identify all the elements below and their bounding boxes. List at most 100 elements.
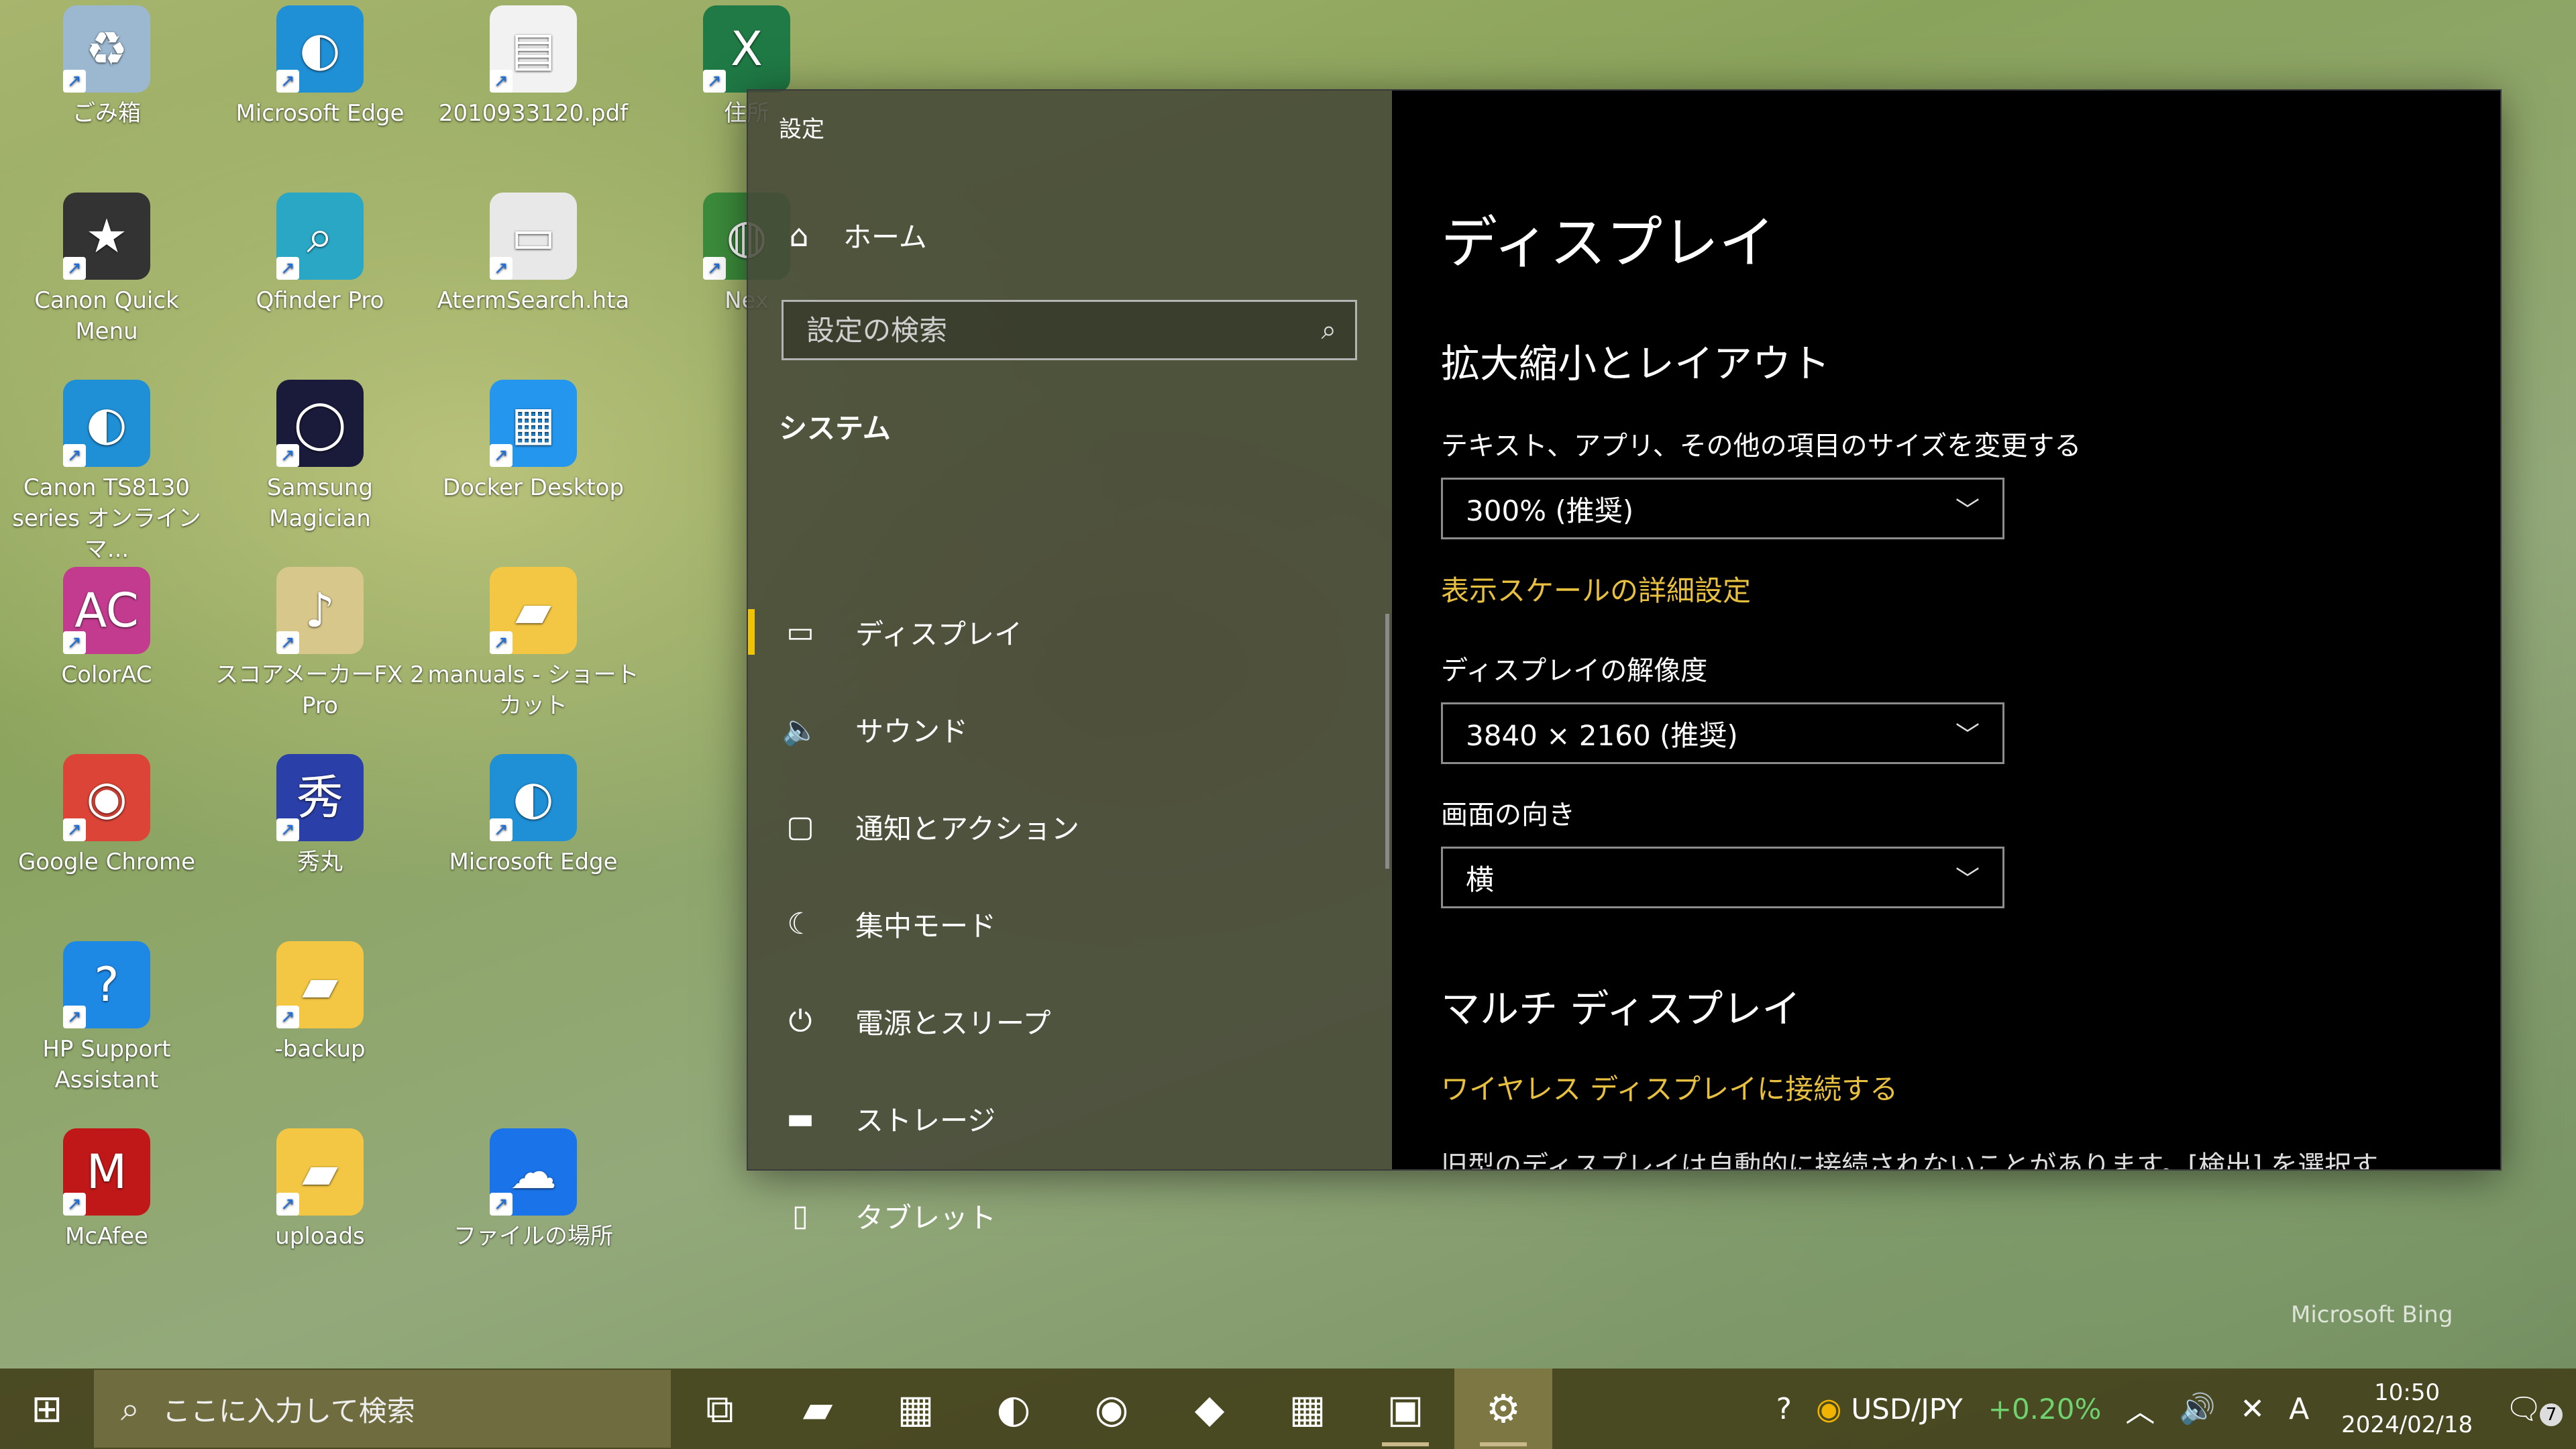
shortcut-arrow-icon: ↗: [703, 257, 726, 280]
shortcut-arrow-icon: ↗: [63, 1006, 86, 1028]
legacy-display-text: 旧型のディスプレイは自動的に接続されないことがあります。[検出] を選択す: [1441, 1150, 2379, 1169]
scale-dropdown[interactable]: 300% (推奨) ﹀: [1441, 478, 2004, 539]
orientation-dropdown[interactable]: 横 ﹀: [1441, 847, 2004, 908]
shortcut-arrow-icon: ↗: [276, 257, 299, 280]
power-icon: ⏻: [788, 1004, 812, 1038]
desktop-icon-label: スコアメーカーFX 2 Pro: [215, 661, 425, 719]
wireless-display-link[interactable]: ワイヤレス ディスプレイに接続する: [1441, 1067, 1898, 1108]
scale-section-title: 拡大縮小とレイアウト: [1441, 341, 1831, 386]
nav-item[interactable]: ▯ タブレット: [748, 1167, 1392, 1265]
desktop-icon[interactable]: ♻ ↗ ごみ箱: [0, 5, 213, 129]
desktop-icon[interactable]: ▰ ↗ manuals - ショートカット: [427, 567, 640, 721]
currency-widget[interactable]: ◉ USD/JPY +0.20%: [1804, 1392, 2113, 1426]
docker-icon: ▦ ↗: [490, 380, 577, 467]
desktop-icon[interactable]: ◐ ↗ Microsoft Edge: [213, 5, 427, 129]
folder-icon: ▰ ↗: [276, 1128, 364, 1216]
desktop-icon[interactable]: ⌕ ↗ Qfinder Pro: [213, 193, 427, 316]
nav-item[interactable]: 🔈 サウンド: [748, 681, 1392, 778]
chevron-down-icon: ﹀: [1955, 866, 1980, 894]
coins-icon: ◉: [1816, 1391, 1842, 1426]
taskbar-apps: ⧉ ▰ ▦ ◐ ◉ ◆ ▦ ▣ ⚙: [671, 1368, 1552, 1449]
qfinder-icon: ⌕ ↗: [276, 193, 364, 280]
speaker-icon: 🔈: [782, 712, 819, 747]
nav-item[interactable]: ▭ ディスプレイ: [748, 584, 1392, 681]
desktop-icon[interactable]: ▤ ↗ 2010933120.pdf: [427, 5, 640, 129]
network-icon[interactable]: ✕: [2228, 1392, 2277, 1426]
nav-item[interactable]: ⏻ 電源とスリープ: [748, 973, 1392, 1070]
taskbar-app-button[interactable]: ▣: [1356, 1368, 1454, 1449]
desktop-icon[interactable]: ▦ ↗ Docker Desktop: [427, 380, 640, 503]
shortcut-arrow-icon: ↗: [63, 444, 86, 467]
taskbar-app-button[interactable]: ⧉: [671, 1368, 769, 1449]
desktop-icon[interactable]: ▭ ↗ AtermSearch.hta: [427, 193, 640, 316]
desktop-icon[interactable]: ◉ ↗ Google Chrome: [0, 754, 213, 877]
shortcut-arrow-icon: ↗: [63, 257, 86, 280]
volume-icon[interactable]: 🔊: [2167, 1391, 2228, 1426]
nav-item[interactable]: ▢ 通知とアクション: [748, 778, 1392, 875]
desktop-icon-label: HP Support Assistant: [42, 1036, 171, 1093]
desktop-icon-label: Microsoft Edge: [449, 849, 618, 875]
desktop-icon-label: Canon Quick Menu: [34, 287, 179, 345]
taskbar-app-button[interactable]: ▰: [769, 1368, 867, 1449]
desktop-icon[interactable]: ▰ ↗ -backup: [213, 941, 427, 1065]
desktop-icon[interactable]: ♪ ↗ スコアメーカーFX 2 Pro: [213, 567, 427, 721]
multi-display-section-title: マルチ ディスプレイ: [1441, 986, 1801, 1032]
desktop-icon[interactable]: ◐ ↗ Canon TS8130 series オンラインマ...: [0, 380, 213, 565]
home-nav-item[interactable]: ⌂ ホーム: [779, 215, 926, 256]
chevron-up-icon[interactable]: ︿: [2113, 1387, 2167, 1430]
desktop-icon-label: 2010933120.pdf: [438, 100, 629, 127]
search-icon: ⌕: [121, 1389, 140, 1428]
settings-search-input[interactable]: [805, 313, 1322, 347]
desktop-icon-label: manuals - ショートカット: [427, 661, 639, 719]
nav-item-label: タブレット: [855, 1201, 997, 1234]
taskbar-app-button[interactable]: ⚙: [1454, 1368, 1552, 1449]
desktop-icon[interactable]: ☁ ↗ ファイルの場所: [427, 1128, 640, 1252]
start-button[interactable]: ⊞: [0, 1368, 94, 1449]
home-icon: ⌂: [789, 217, 809, 254]
taskbar-app-button[interactable]: ◉: [1063, 1368, 1161, 1449]
pdf-file-icon: ▤ ↗: [490, 5, 577, 93]
taskbar-search[interactable]: ⌕ ここに入力して検索: [94, 1370, 671, 1448]
taskbar-app-button[interactable]: ◆: [1161, 1368, 1258, 1449]
notification-center-button[interactable]: 🗨 7: [2493, 1391, 2576, 1426]
help-icon[interactable]: ?: [1764, 1392, 1804, 1426]
advanced-scale-link[interactable]: 表示スケールの詳細設定: [1441, 568, 1751, 609]
desktop-icon[interactable]: ▰ ↗ uploads: [213, 1128, 427, 1252]
folder-icon: ▰ ↗: [276, 941, 364, 1028]
windows-logo-icon: ⊞: [31, 1387, 63, 1431]
desktop-icon[interactable]: ◐ ↗ Microsoft Edge: [427, 754, 640, 877]
microsoft-store-icon: ▦: [897, 1386, 934, 1432]
desktop-icon-label: Docker Desktop: [442, 474, 625, 501]
settings-search-box[interactable]: ⌕: [782, 300, 1357, 360]
chevron-down-icon: ﹀: [1955, 497, 1980, 525]
desktop-icon-label: McAfee: [65, 1223, 148, 1250]
desktop-icon-label: Canon TS8130 series オンラインマ...: [12, 474, 201, 563]
resolution-dropdown[interactable]: 3840 × 2160 (推奨) ﹀: [1441, 702, 2004, 764]
score-maker-icon: ♪ ↗: [276, 567, 364, 654]
desktop-icon[interactable]: 秀 ↗ 秀丸: [213, 754, 427, 877]
desktop-icon[interactable]: ◯ ↗ Samsung Magician: [213, 380, 427, 534]
sidebar-scrollbar[interactable]: [1385, 614, 1389, 869]
desktop-icon[interactable]: M ↗ McAfee: [0, 1128, 213, 1252]
desktop-icon[interactable]: AC ↗ ColorAC: [0, 567, 213, 690]
search-icon[interactable]: ⌕: [1322, 315, 1336, 345]
ime-icon[interactable]: A: [2277, 1392, 2321, 1426]
nav-item[interactable]: ☾ 集中モード: [748, 875, 1392, 973]
nav-item[interactable]: ▬ ストレージ: [748, 1070, 1392, 1167]
desktop-icon[interactable]: ★ ↗ Canon Quick Menu: [0, 193, 213, 347]
shortcut-arrow-icon: ↗: [490, 631, 513, 654]
taskbar: ⊞ ⌕ ここに入力して検索 ⧉ ▰ ▦ ◐ ◉ ◆ ▦ ▣ ⚙ ? ◉ USD/JPY +0.2…: [0, 1368, 2576, 1449]
file-explorer-icon: ▰: [802, 1386, 833, 1432]
storage-icon: ▬: [786, 1102, 814, 1136]
nav-item-label: サウンド: [855, 715, 969, 748]
shortcut-arrow-icon: ↗: [490, 257, 513, 280]
taskbar-app-button[interactable]: ◐: [965, 1368, 1063, 1449]
desktop-icon[interactable]: ? ↗ HP Support Assistant: [0, 941, 213, 1095]
remote-desktop-icon: ▣: [1387, 1386, 1424, 1432]
clock[interactable]: 10:50 2024/02/18: [2321, 1377, 2493, 1441]
taskbar-app-button[interactable]: ▦: [867, 1368, 965, 1449]
edge-icon: ◐: [996, 1386, 1031, 1432]
desktop-icon-label: 秀丸: [297, 849, 343, 875]
minimize-button[interactable]: —: [2492, 105, 2500, 166]
taskbar-app-button[interactable]: ▦: [1258, 1368, 1356, 1449]
